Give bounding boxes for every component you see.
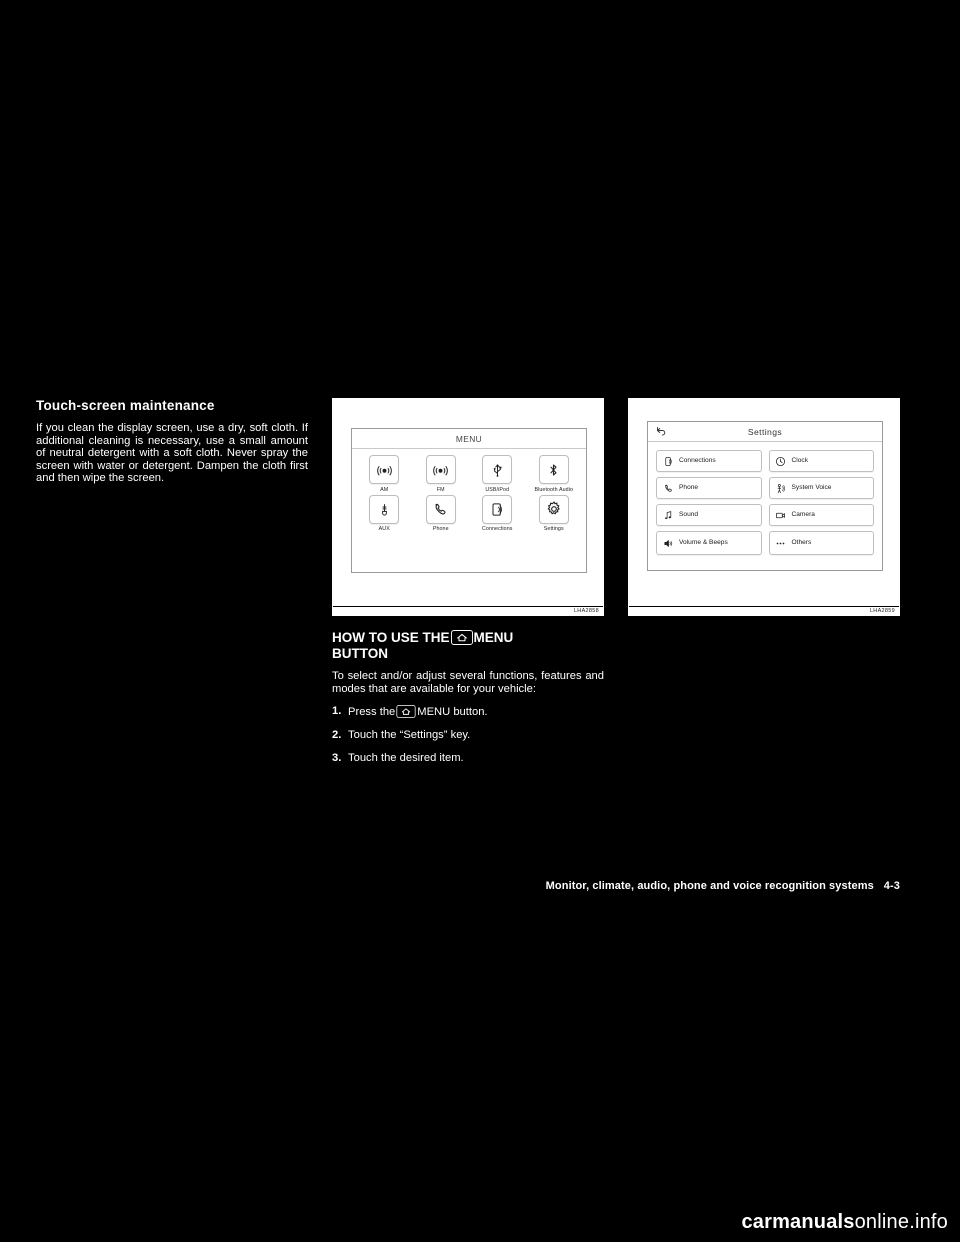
am-radio-icon xyxy=(369,455,400,484)
home-menu-icon xyxy=(396,705,416,719)
camera-icon xyxy=(775,509,787,521)
menu-item-label: AUX xyxy=(378,526,390,532)
step-number: 1. xyxy=(332,705,342,718)
menu-item-bluetooth-audio[interactable]: Bluetooth Audio xyxy=(526,455,583,493)
gear-icon xyxy=(538,494,569,524)
settings-item-connections[interactable]: Connections xyxy=(656,450,762,472)
menu-item-label: FM xyxy=(436,486,445,493)
howto-step-3: 3. Touch the desired item. xyxy=(332,752,604,765)
menu-item-connections[interactable]: Connections xyxy=(469,494,526,532)
menu-item-label: Phone xyxy=(432,526,449,532)
menu-grid: AM FM USB/iPod Bluetooth Audio AUX Phone… xyxy=(352,449,586,536)
howto-heading-part2: MENU xyxy=(473,630,514,645)
menu-screen: MENU AM FM USB/iPod Bluetooth Audio AUX … xyxy=(351,428,587,573)
settings-item-label: Connections xyxy=(679,457,716,465)
settings-item-label: Phone xyxy=(679,484,699,492)
settings-item-phone[interactable]: Phone xyxy=(656,477,762,499)
settings-item-clock[interactable]: Clock xyxy=(768,450,874,472)
figure-rule xyxy=(333,606,603,607)
howto-steps: 1. Press the MENU button. 2. Touch the “S… xyxy=(332,705,604,765)
bluetooth-icon xyxy=(538,455,569,484)
howto-step-1: 1. Press the MENU button. xyxy=(332,705,604,719)
middle-column: MENU AM FM USB/iPod Bluetooth Audio AUX … xyxy=(332,398,604,775)
howto-step-2: 2. Touch the “Settings” key. xyxy=(332,729,604,742)
watermark: carmanualsonline.info xyxy=(741,1211,948,1234)
step-number: 3. xyxy=(332,752,342,765)
howto-heading: HOW TO USE THE MENU BUTTON xyxy=(332,630,604,662)
speaker-icon xyxy=(662,537,674,549)
ellipsis-icon xyxy=(775,537,787,549)
page-footer: Monitor, climate, audio, phone and voice… xyxy=(420,880,900,892)
menu-item-label: Settings xyxy=(543,526,564,532)
clock-icon xyxy=(775,455,787,467)
menu-screen-title: MENU xyxy=(455,433,483,444)
usb-icon xyxy=(482,455,513,484)
settings-item-others[interactable]: Others xyxy=(768,531,874,555)
settings-item-sound[interactable]: Sound xyxy=(656,504,762,526)
howto-heading-part1: HOW TO USE THE xyxy=(332,630,450,645)
howto-intro: To select and/or adjust several function… xyxy=(332,670,604,695)
figure-caption: LHA2859 xyxy=(869,608,895,614)
step-text: Touch the “Settings” key. xyxy=(348,729,471,742)
manual-page: Touch-screen maintenance If you clean th… xyxy=(0,0,960,1242)
touchscreen-maintenance-body: If you clean the display screen, use a d… xyxy=(36,422,308,485)
settings-item-camera[interactable]: Camera xyxy=(768,504,874,526)
figure-menu-screen: MENU AM FM USB/iPod Bluetooth Audio AUX … xyxy=(332,398,604,616)
menu-item-label: Connections xyxy=(481,526,513,532)
settings-item-label: Volume & Beeps xyxy=(679,539,728,547)
settings-screen: Settings Connections Clock Phone System … xyxy=(647,421,883,571)
settings-item-label: Others xyxy=(791,539,812,547)
settings-item-volume-beeps[interactable]: Volume & Beeps xyxy=(656,531,762,555)
settings-list: Connections Clock Phone System Voice Sou… xyxy=(648,442,882,561)
settings-item-label: Camera xyxy=(791,511,815,519)
right-column: Settings Connections Clock Phone System … xyxy=(628,398,900,616)
settings-screen-title: Settings xyxy=(747,426,783,437)
menu-screen-titlebar: MENU xyxy=(352,429,586,449)
music-note-icon xyxy=(662,509,674,521)
figure-settings-screen: Settings Connections Clock Phone System … xyxy=(628,398,900,616)
phone-icon xyxy=(425,494,456,524)
howto-section: HOW TO USE THE MENU BUTTON To select and/… xyxy=(332,630,604,765)
footer-section-title: Monitor, climate, audio, phone and voice… xyxy=(545,880,874,892)
menu-item-usb-ipod[interactable]: USB/iPod xyxy=(469,455,526,493)
menu-item-phone[interactable]: Phone xyxy=(413,494,470,532)
settings-item-system-voice[interactable]: System Voice xyxy=(768,477,874,499)
settings-screen-titlebar: Settings xyxy=(648,422,882,442)
menu-item-label: USB/iPod xyxy=(485,486,510,493)
back-arrow-icon[interactable] xyxy=(655,425,667,437)
settings-item-label: System Voice xyxy=(791,484,832,492)
menu-item-label: Bluetooth Audio xyxy=(534,486,574,493)
page-number: 4-3 xyxy=(883,880,900,892)
section-heading-touchscreen-maintenance: Touch-screen maintenance xyxy=(36,398,215,413)
watermark-light: online.info xyxy=(854,1211,948,1233)
step-number: 2. xyxy=(332,729,342,742)
menu-item-settings[interactable]: Settings xyxy=(526,494,583,532)
person-voice-icon xyxy=(775,482,787,494)
step-text-after: MENU button. xyxy=(417,706,488,719)
howto-heading-part3: BUTTON xyxy=(332,646,388,661)
settings-item-label: Sound xyxy=(679,511,699,519)
connections-icon xyxy=(482,494,513,524)
step-text: Touch the desired item. xyxy=(348,752,464,765)
aux-icon xyxy=(369,494,400,524)
phone-icon xyxy=(662,482,674,494)
menu-item-am[interactable]: AM xyxy=(356,455,413,493)
watermark-bold: carmanuals xyxy=(741,1211,855,1233)
left-column: Touch-screen maintenance If you clean th… xyxy=(36,398,308,485)
menu-item-aux[interactable]: AUX xyxy=(356,494,413,532)
figure-rule xyxy=(629,606,899,607)
menu-item-fm[interactable]: FM xyxy=(413,455,470,493)
home-menu-icon xyxy=(450,630,473,645)
step-text-before: Press the xyxy=(348,706,396,719)
menu-item-label: AM xyxy=(380,486,389,493)
connections-icon xyxy=(662,455,674,467)
figure-caption: LHA2858 xyxy=(573,608,599,614)
fm-radio-icon xyxy=(425,455,456,484)
settings-item-label: Clock xyxy=(791,457,809,465)
